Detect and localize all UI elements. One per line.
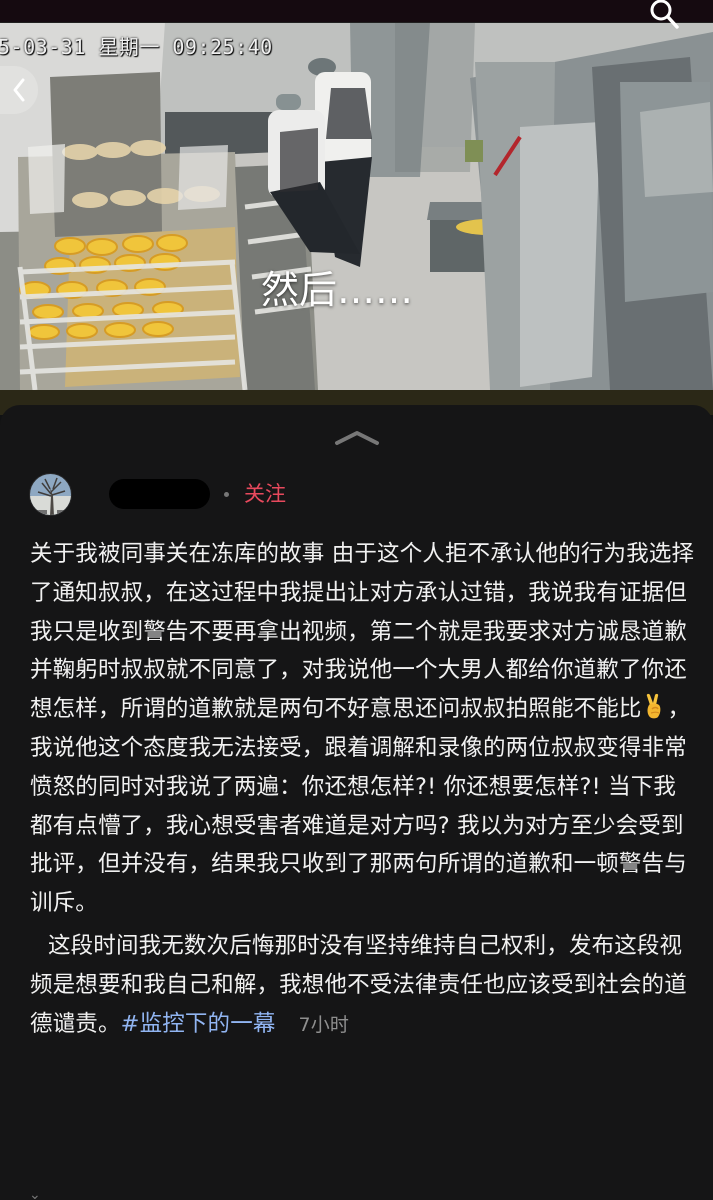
post-detail-panel: 关注 关于我被同事关在冻库的故事 由于这个人拒不承认他的行为我选择了通知叔叔，在… <box>0 405 713 1200</box>
post-body: 关于我被同事关在冻库的故事 由于这个人拒不承认他的行为我选择了通知叔叔，在这过程… <box>30 535 696 1044</box>
video-player[interactable]: 5-03-31 星期一 09:25:40 然后…… <box>0 0 713 415</box>
author-row: 关注 <box>29 471 286 517</box>
post-paragraph-1: 关于我被同事关在冻库的故事 由于这个人拒不承认他的行为我选择了通知叔叔，在这过程… <box>30 535 696 923</box>
post-detail-screen: 5-03-31 星期一 09:25:40 然后…… 关注 关于我被同事关在冻库的… <box>0 0 713 1200</box>
cctv-timestamp: 5-03-31 星期一 09:25:40 <box>0 35 273 59</box>
follow-button[interactable]: 关注 <box>244 481 286 507</box>
post-paragraph-1-part-1: 关于我被同事关在冻库的故事 由于这个人拒不承认他的行为我选择了通知叔叔，在这过程… <box>30 541 695 723</box>
top-status-band <box>0 0 713 22</box>
cctv-video-frame[interactable] <box>0 22 713 390</box>
post-time: 7小时 <box>298 1013 350 1036</box>
post-paragraph-1-part-2: ，我说他这个态度我无法接受，跟着调解和录像的两位叔叔变得非常愤怒的同时对我说了两… <box>30 696 691 917</box>
collapse-handle[interactable] <box>334 429 380 447</box>
victory-hand-icon <box>643 693 667 720</box>
post-paragraph-2: 这段时间我无数次后悔那时没有坚持维持自己权利，发布这段视频是想要和我自己和解，我… <box>30 927 696 1044</box>
search-button[interactable] <box>640 0 688 30</box>
chevron-left-icon <box>13 78 25 102</box>
redacted-username[interactable] <box>109 479 210 509</box>
video-caption: 然后…… <box>261 268 414 312</box>
kitchen-scene-image <box>0 22 713 390</box>
profile-picture <box>30 473 71 515</box>
separator-dot <box>224 491 229 497</box>
avatar[interactable] <box>29 472 72 516</box>
search-icon <box>650 0 679 29</box>
chevron-up-icon <box>335 431 379 445</box>
more-indicator: ⌄ <box>29 1187 41 1200</box>
hashtag-link[interactable]: #监控下的一幕 <box>121 1011 276 1037</box>
